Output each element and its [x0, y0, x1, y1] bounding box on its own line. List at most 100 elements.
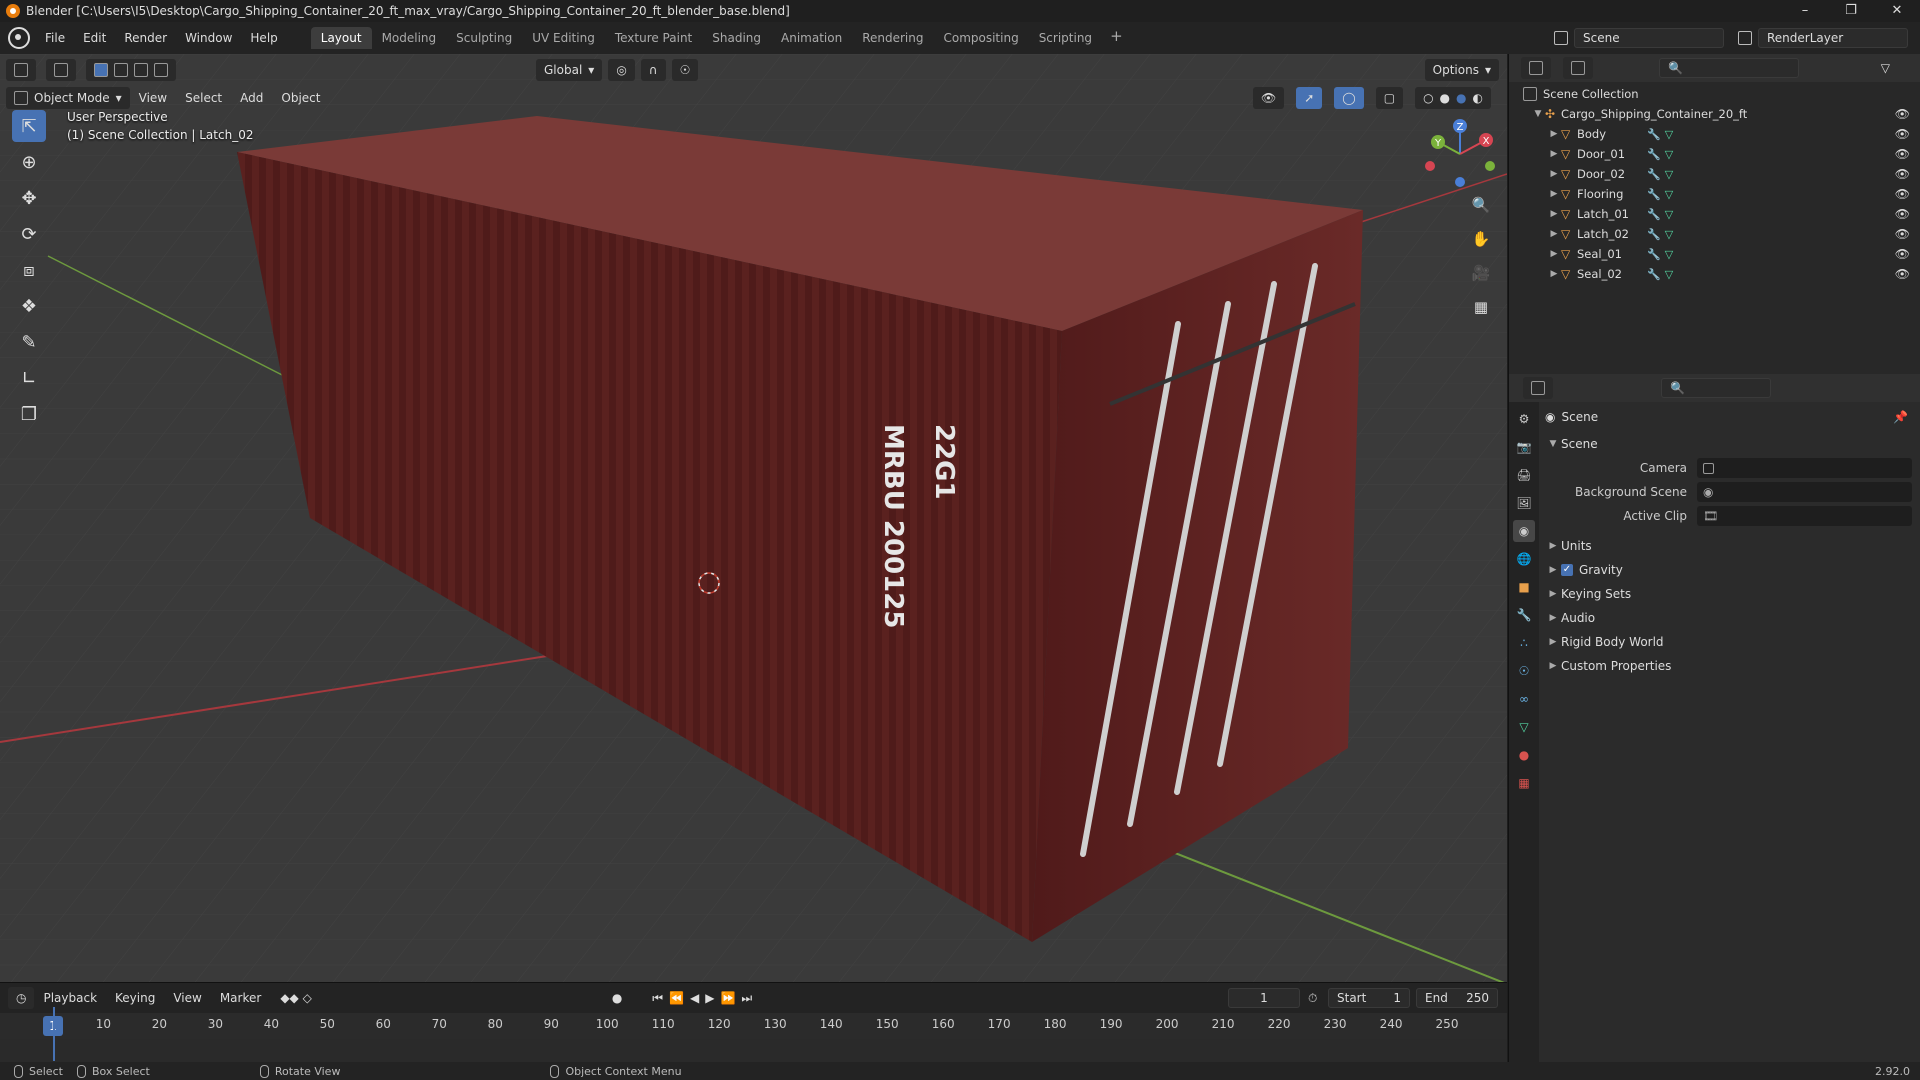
tool-tab-icon[interactable]: ⚙ — [1513, 408, 1535, 430]
transform-orientation-dropdown[interactable]: Global ▾ — [536, 59, 603, 81]
eye-icon[interactable]: 👁 — [1895, 267, 1910, 281]
keyframe-icons[interactable]: ◆◆ ◇ — [280, 991, 312, 1005]
move-tool[interactable]: ✥ — [12, 182, 46, 214]
mesh-data-icon[interactable]: ▽ — [1665, 168, 1673, 181]
close-button[interactable]: ✕ — [1874, 0, 1920, 22]
wrench-modifier-icon[interactable]: 🔧 — [1647, 128, 1661, 141]
timeline-ruler[interactable]: 1102030405060708090100110120130140150160… — [0, 1013, 1507, 1039]
measure-tool[interactable]: ∟ — [12, 362, 46, 394]
select-mode-button[interactable] — [46, 59, 76, 81]
playback-controls[interactable]: ⏮⏪◀▶⏩⏭ — [652, 991, 758, 1006]
wrench-modifier-icon[interactable]: 🔧 — [1647, 248, 1661, 261]
tab-rendering[interactable]: Rendering — [852, 27, 933, 49]
mesh-data-icon[interactable]: ▽ — [1665, 128, 1673, 141]
wrench-modifier-icon[interactable]: 🔧 — [1647, 148, 1661, 161]
gizmo-toggle[interactable]: ➚ — [1296, 87, 1323, 109]
neg-z-axis-handle[interactable] — [1455, 177, 1465, 187]
background-scene-field[interactable]: ◉ — [1697, 482, 1912, 502]
options-dropdown[interactable]: Options ▾ — [1424, 59, 1499, 81]
outliner-object-row[interactable]: ▶ ▽ Latch_02 🔧 ▽ 👁 — [1509, 224, 1920, 244]
menu-playback[interactable]: Playback — [34, 991, 106, 1005]
filter-icon[interactable]: ▽ — [1881, 61, 1890, 75]
keying-sets-panel-header[interactable]: ▶ Keying Sets — [1545, 582, 1920, 606]
pan-hand-icon[interactable]: ✋ — [1468, 226, 1494, 252]
camera-field[interactable] — [1697, 458, 1912, 478]
eye-icon[interactable]: 👁 — [1895, 147, 1910, 161]
wrench-modifier-icon[interactable]: 🔧 — [1647, 268, 1661, 281]
menu-file[interactable]: File — [36, 22, 74, 54]
tab-scripting[interactable]: Scripting — [1029, 27, 1102, 49]
gravity-panel-header[interactable]: ▶ ✓ Gravity — [1545, 558, 1920, 582]
outliner-object-row[interactable]: ▶ ▽ Door_02 🔧 ▽ 👁 — [1509, 164, 1920, 184]
menu-marker[interactable]: Marker — [211, 991, 270, 1005]
rigid-body-world-panel-header[interactable]: ▶ Rigid Body World — [1545, 630, 1920, 654]
eye-icon[interactable]: 👁 — [1895, 167, 1910, 181]
menu-add[interactable]: Add — [231, 91, 272, 105]
ortho-grid-icon[interactable]: ▦ — [1468, 294, 1494, 320]
proportional-editing-toggle[interactable]: ☉ — [671, 59, 699, 81]
eye-icon[interactable]: 👁 — [1895, 187, 1910, 201]
wrench-modifier-icon[interactable]: 🔧 — [1647, 188, 1661, 201]
maximize-button[interactable]: ❐ — [1828, 0, 1874, 22]
overlay-toggle[interactable]: ◯ — [1334, 87, 1364, 109]
gravity-checkbox[interactable]: ✓ — [1561, 564, 1573, 576]
menu-keying[interactable]: Keying — [106, 991, 164, 1005]
expand-triangle-icon[interactable]: ▶ — [1547, 169, 1561, 179]
cursor-tool[interactable]: ⊕ — [12, 146, 46, 178]
object-mode-dropdown[interactable]: Object Mode ▾ — [6, 87, 130, 109]
eye-icon[interactable]: 👁 — [1895, 227, 1910, 241]
start-frame-field[interactable]: Start 1 — [1328, 988, 1410, 1008]
pivot-point-dropdown[interactable]: ◎ — [608, 59, 635, 81]
3d-viewport[interactable]: MRBU 200125 22G1 Global ▾ ◎ ∩ ☉ Options … — [0, 54, 1507, 982]
select-box-tool[interactable]: ⇱ — [12, 110, 46, 142]
material-tab-icon[interactable]: ● — [1513, 744, 1535, 766]
outliner-object-row[interactable]: ▶ ▽ Seal_01 🔧 ▽ 👁 — [1509, 244, 1920, 264]
minimize-button[interactable]: – — [1782, 0, 1828, 22]
modifier-tab-icon[interactable]: 🔧 — [1513, 604, 1535, 626]
scene-tab-icon[interactable]: ◉ — [1513, 520, 1535, 542]
scene-panel-header[interactable]: ▼ Scene — [1545, 432, 1920, 456]
display-mode-button[interactable] — [1563, 57, 1593, 79]
wrench-modifier-icon[interactable]: 🔧 — [1647, 228, 1661, 241]
collapse-triangle-icon[interactable]: ▼ — [1531, 109, 1545, 119]
units-panel-header[interactable]: ▶ Units — [1545, 534, 1920, 558]
add-cube-tool[interactable]: ❐ — [12, 398, 46, 430]
pin-icon[interactable]: 📌 — [1893, 410, 1908, 424]
timeline-editor-type-button[interactable]: ◷ — [8, 987, 35, 1009]
current-frame-field[interactable]: 1 — [1228, 988, 1300, 1008]
annotate-tool[interactable]: ✎ — [12, 326, 46, 358]
scale-tool[interactable]: ⧈ — [12, 254, 46, 286]
mesh-data-icon[interactable]: ▽ — [1665, 188, 1673, 201]
outliner-object-row[interactable]: ▶ ▽ Door_01 🔧 ▽ 👁 — [1509, 144, 1920, 164]
timeline-track[interactable] — [0, 1039, 1507, 1063]
render-tab-icon[interactable]: 📷 — [1513, 436, 1535, 458]
world-tab-icon[interactable]: 🌐 — [1513, 548, 1535, 570]
record-button[interactable]: ● — [612, 991, 622, 1005]
selection-modes[interactable] — [86, 59, 176, 81]
add-workspace-button[interactable]: + — [1102, 27, 1131, 49]
mesh-data-icon[interactable]: ▽ — [1665, 248, 1673, 261]
outliner-object-row[interactable]: ▶ ▽ Body 🔧 ▽ 👁 — [1509, 124, 1920, 144]
wrench-modifier-icon[interactable]: 🔧 — [1647, 208, 1661, 221]
camera-view-icon[interactable]: 🎥 — [1468, 260, 1494, 286]
menu-object[interactable]: Object — [272, 91, 329, 105]
collection-row[interactable]: ▼ ✣ Cargo_Shipping_Container_20_ft 👁 — [1509, 104, 1920, 124]
output-tab-icon[interactable]: 🖨 — [1513, 464, 1535, 486]
outliner-object-row[interactable]: ▶ ▽ Latch_01 🔧 ▽ 👁 — [1509, 204, 1920, 224]
zoom-icon[interactable]: 🔍 — [1468, 192, 1494, 218]
shading-modes[interactable]: ○ ● ● ◐ — [1415, 87, 1491, 109]
end-frame-field[interactable]: End 250 — [1416, 988, 1498, 1008]
blender-menu-icon[interactable] — [8, 27, 30, 49]
tab-uv-editing[interactable]: UV Editing — [522, 27, 605, 49]
tab-modeling[interactable]: Modeling — [372, 27, 447, 49]
properties-editor-type-button[interactable] — [1523, 377, 1553, 399]
constraints-tab-icon[interactable]: ∞ — [1513, 688, 1535, 710]
wrench-modifier-icon[interactable]: 🔧 — [1647, 168, 1661, 181]
scene-collection-row[interactable]: Scene Collection — [1509, 84, 1920, 104]
tab-shading[interactable]: Shading — [702, 27, 771, 49]
eye-icon[interactable]: 👁 — [1895, 127, 1910, 141]
expand-triangle-icon[interactable]: ▶ — [1547, 269, 1561, 279]
transform-tool[interactable]: ❖ — [12, 290, 46, 322]
tab-layout[interactable]: Layout — [310, 27, 372, 49]
playhead[interactable] — [53, 1007, 55, 1061]
